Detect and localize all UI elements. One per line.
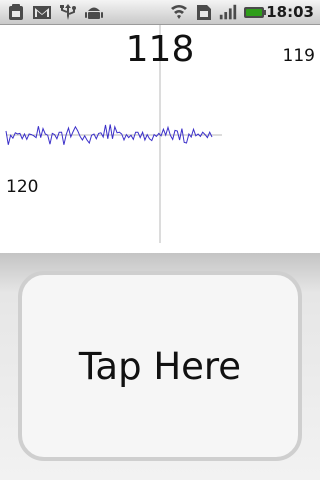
graph-line (5, 124, 213, 145)
battery-icon (244, 7, 266, 18)
signal-icon (219, 4, 237, 20)
app-screen: 18:03 118 119 120 Tap Here (0, 0, 320, 480)
min-value-label: 120 (6, 177, 39, 197)
clock: 18:03 (266, 3, 314, 21)
notification-icon (9, 4, 23, 20)
tap-panel: Tap Here (0, 253, 320, 480)
gmail-icon (33, 6, 51, 19)
wifi-icon (171, 5, 187, 19)
current-value: 118 (125, 29, 195, 70)
sim-icon (197, 5, 211, 20)
max-value-label: 119 (282, 46, 315, 66)
usb-icon (60, 4, 76, 20)
tap-here-button[interactable]: Tap Here (18, 271, 302, 461)
android-debug-icon (85, 7, 103, 19)
live-graph: 118 119 120 (0, 25, 320, 253)
tap-here-label: Tap Here (78, 344, 242, 388)
status-bar: 18:03 (0, 0, 320, 25)
